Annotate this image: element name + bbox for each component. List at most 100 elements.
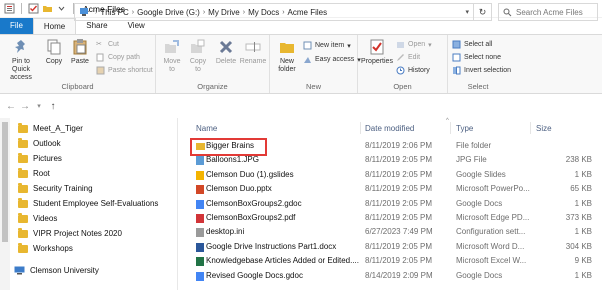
file-row[interactable]: Google Drive Instructions Part1.docx 8/11… <box>190 241 595 253</box>
address-bar[interactable]: › This PC › Google Drive (G:) › My Drive… <box>74 3 474 21</box>
select-all-icon <box>452 40 461 49</box>
invert-selection-button[interactable]: Invert selection <box>452 66 511 75</box>
delete-label: Delete <box>215 58 237 65</box>
nav-item-workshops[interactable]: Workshops <box>18 242 73 253</box>
back-arrow-icon[interactable]: ← <box>4 101 18 112</box>
copy-path-label: Copy path <box>108 54 140 61</box>
copy-path-button[interactable]: Copy path <box>96 53 140 62</box>
file-row[interactable]: ClemsonBoxGroups2.gdoc 8/11/2019 2:05 PM G… <box>190 198 595 210</box>
file-row[interactable]: ClemsonBoxGroups2.pdf 8/11/2019 2:05 PM Mi… <box>190 212 595 224</box>
folder-icon <box>18 242 28 253</box>
cut-button[interactable]: ✂ Cut <box>96 40 119 49</box>
file-date-modified: 8/11/2019 2:05 PM <box>365 155 433 165</box>
file-date-modified: 8/11/2019 2:05 PM <box>365 213 433 222</box>
delete-button[interactable]: Delete <box>214 38 238 66</box>
history-label: History <box>408 67 430 74</box>
select-all-button[interactable]: Select all <box>452 40 492 49</box>
refresh-icon[interactable]: ↻ <box>474 3 492 21</box>
nav-item-pictures[interactable]: Pictures <box>18 152 62 163</box>
column-divider[interactable] <box>360 122 361 134</box>
copy-to-button[interactable]: Copy to <box>186 38 210 74</box>
up-arrow-icon[interactable]: ↑ <box>46 101 60 112</box>
column-header-type[interactable]: Type <box>456 124 473 133</box>
easy-access-button[interactable]: Easy access ▾ <box>303 55 361 64</box>
file-date-modified: 8/11/2019 2:05 PM <box>365 184 433 194</box>
nav-item-vipr-project-notes[interactable]: VIPR Project Notes 2020 <box>18 227 122 238</box>
docx-file-icon <box>196 242 204 252</box>
pin-quick-access-button[interactable]: Pin to Quick access <box>3 38 39 82</box>
search-input[interactable]: Search Acme Files <box>498 3 598 21</box>
nav-item-outlook[interactable]: Outlook <box>18 137 61 148</box>
recent-locations-icon[interactable]: ▾ <box>32 102 46 110</box>
new-item-button[interactable]: New item ▾ <box>303 41 351 50</box>
file-row[interactable]: desktop.ini 6/27/2023 7:49 PM Configuratio… <box>190 226 595 238</box>
new-item-icon <box>303 41 312 50</box>
nav-item-root[interactable]: Root <box>18 167 50 178</box>
properties-label: Properties <box>361 58 393 65</box>
toolbar-divider <box>21 3 22 14</box>
folder-icon <box>18 197 28 208</box>
breadcrumb-acme-files[interactable]: Acme Files <box>288 8 328 17</box>
properties-icon[interactable] <box>4 3 15 14</box>
select-group: Select all Select none Invert selection … <box>448 35 511 93</box>
move-to-button[interactable]: Move to <box>160 38 184 74</box>
nav-scrollbar-thumb[interactable] <box>2 122 8 242</box>
file-row[interactable]: Balloons1.JPG 8/11/2019 2:05 PM JPG File 23… <box>190 154 595 166</box>
file-name: desktop.ini <box>206 227 245 237</box>
column-header-date[interactable]: Date modified <box>365 124 414 133</box>
nav-item-meet-a-tiger[interactable]: Meet_A_Tiger <box>18 122 83 133</box>
rename-label: Rename <box>239 58 267 65</box>
column-header-name[interactable]: Name <box>196 124 217 133</box>
checkbox-icon[interactable] <box>28 3 39 14</box>
file-size: 1 KB <box>574 270 592 280</box>
breadcrumb-google-drive[interactable]: Google Drive (G:) <box>137 8 200 17</box>
nav-scrollbar[interactable] <box>0 118 10 290</box>
file-row[interactable]: Knowledgebase Articles Added or Edited..… <box>190 255 595 267</box>
breadcrumb-this-pc[interactable]: This PC <box>100 8 128 17</box>
open-button[interactable]: Open ▾ <box>396 40 432 49</box>
nav-item-security-training[interactable]: Security Training <box>18 182 93 193</box>
forward-arrow-icon[interactable]: → <box>18 101 32 112</box>
properties-button[interactable]: Properties <box>360 38 394 66</box>
column-divider[interactable] <box>450 122 451 134</box>
copy-button[interactable]: Copy <box>42 38 66 66</box>
column-divider[interactable] <box>530 122 531 134</box>
invert-selection-icon <box>453 66 461 75</box>
file-size: 304 KB <box>565 241 592 251</box>
copy-path-icon <box>96 53 104 62</box>
breadcrumb-my-drive[interactable]: My Drive <box>208 8 240 17</box>
easy-access-icon <box>304 57 311 63</box>
nav-item-label: Videos <box>33 214 58 223</box>
nav-item-label: Meet_A_Tiger <box>33 124 83 133</box>
pin-icon <box>15 40 25 53</box>
file-row[interactable]: Revised Google Docs.gdoc 8/14/2019 2:09 P… <box>190 270 595 282</box>
qa-dropdown-icon[interactable] <box>56 3 67 14</box>
file-row[interactable]: Clemson Duo (1).gslides 8/11/2019 2:05 PM… <box>190 169 595 181</box>
column-header-size[interactable]: Size <box>536 124 552 133</box>
tab-home[interactable]: Home <box>32 18 77 34</box>
nav-item-videos[interactable]: Videos <box>18 212 58 223</box>
address-dropdown-icon[interactable]: ▾ <box>465 8 469 16</box>
rename-button[interactable]: Rename <box>240 38 266 66</box>
open-label: Open <box>408 41 426 48</box>
nav-item-student-employee[interactable]: Student Employee Self-Evaluations <box>18 197 158 208</box>
organize-group-label: Organize <box>197 82 228 91</box>
navigation-pane: Meet_A_Tiger Outlook Pictures Root Secur… <box>0 118 178 290</box>
select-none-button[interactable]: Select none <box>452 53 501 62</box>
file-row[interactable]: Clemson Duo.pptx 8/11/2019 2:05 PM Microso… <box>190 183 595 195</box>
new-folder-label: New folder <box>278 58 296 73</box>
file-name: Clemson Duo (1).gslides <box>206 169 294 179</box>
nav-item-clemson-university[interactable]: Clemson University <box>14 266 99 275</box>
tab-file[interactable]: File <box>0 18 33 34</box>
xlsx-file-icon <box>196 257 204 267</box>
folder-icon[interactable] <box>42 3 53 14</box>
breadcrumb-chevron-icon: › <box>131 8 135 16</box>
breadcrumb-my-docs[interactable]: My Docs <box>248 8 279 17</box>
new-folder-button[interactable]: New folder <box>274 38 300 74</box>
new-folder-icon <box>280 43 294 53</box>
history-button[interactable]: History <box>396 66 430 75</box>
paste-shortcut-button[interactable]: Paste shortcut <box>96 66 153 75</box>
paste-button[interactable]: Paste <box>68 38 92 66</box>
file-size: 1 KB <box>574 198 592 208</box>
edit-button[interactable]: Edit <box>396 53 420 62</box>
